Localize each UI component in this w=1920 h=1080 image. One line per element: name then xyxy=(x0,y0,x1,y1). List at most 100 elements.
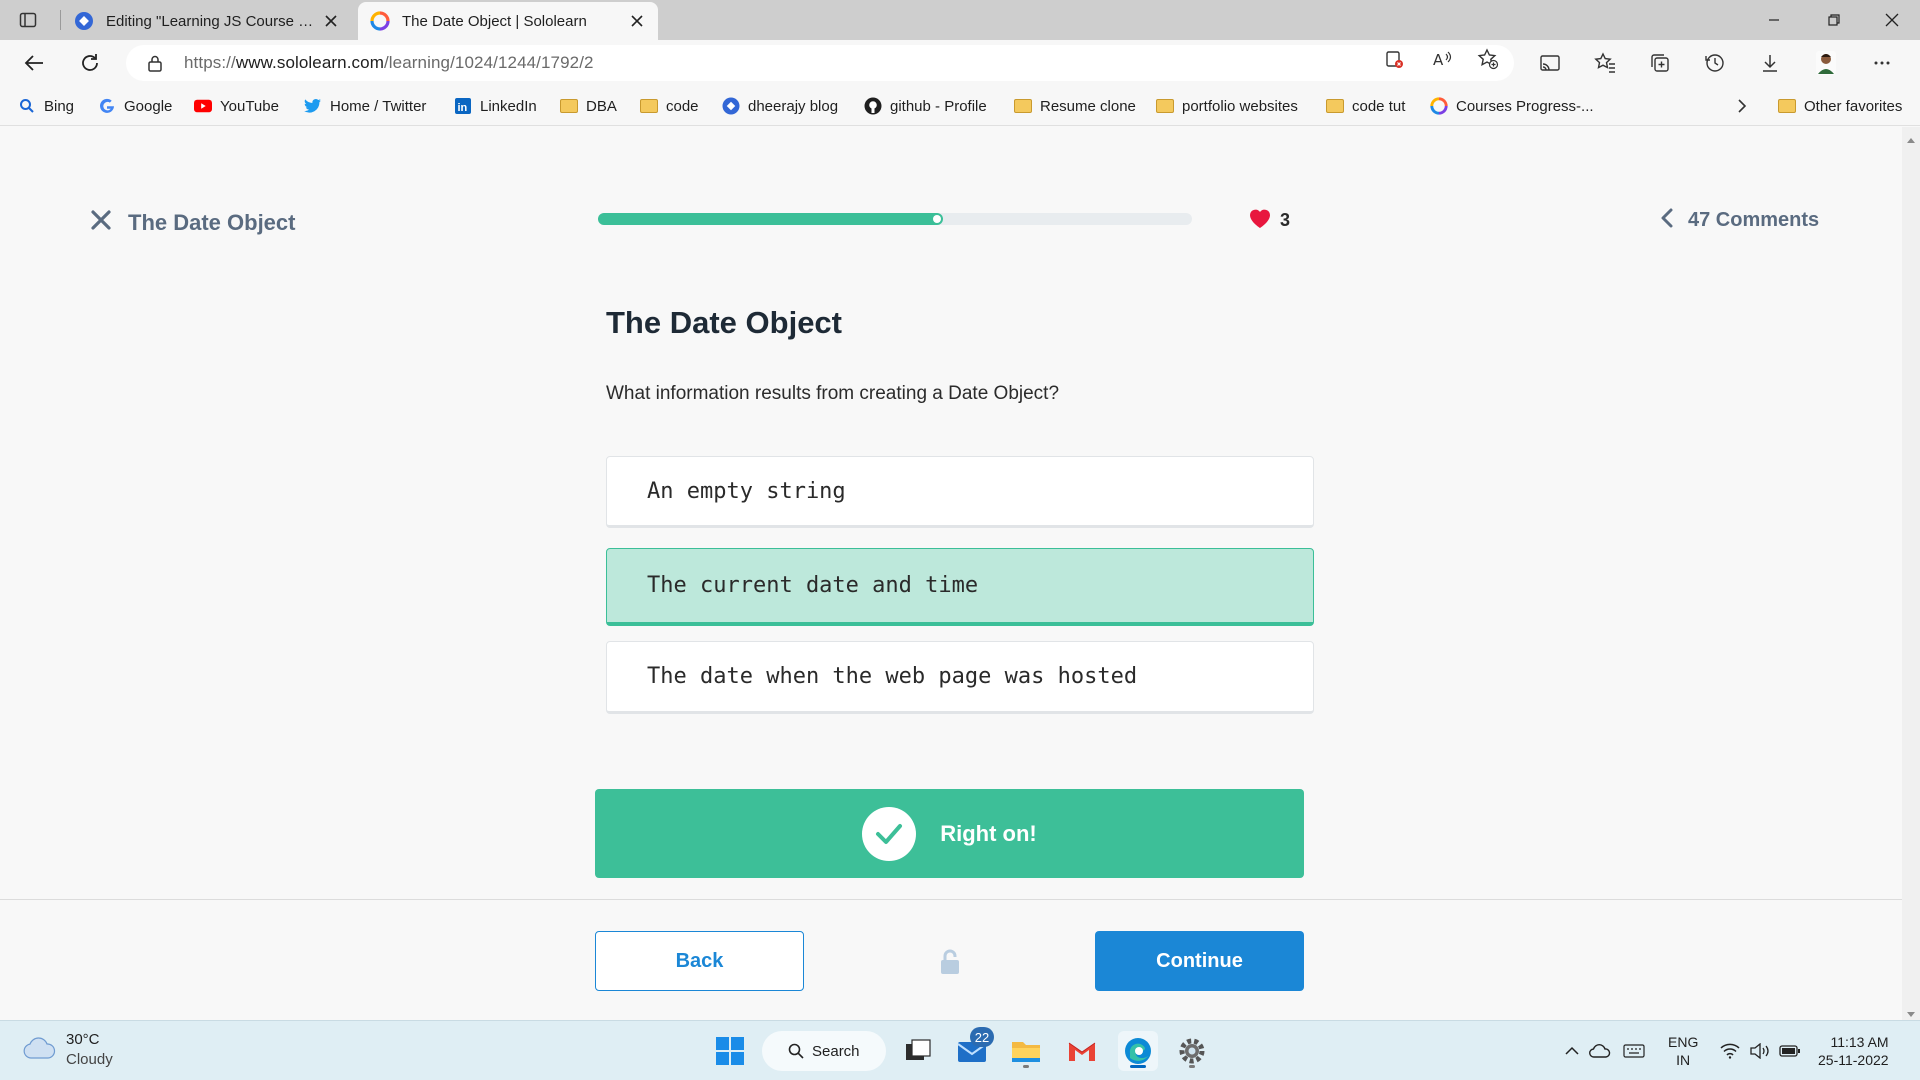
scroll-down-icon[interactable] xyxy=(1906,1006,1916,1017)
file-explorer-icon[interactable] xyxy=(1006,1031,1046,1071)
history-icon[interactable] xyxy=(1699,47,1731,79)
minimize-icon[interactable] xyxy=(1746,0,1802,40)
window-close-icon[interactable] xyxy=(1864,0,1920,40)
favorite-label: Courses Progress-... xyxy=(1456,97,1594,115)
close-icon[interactable] xyxy=(90,209,112,236)
collections-icon[interactable] xyxy=(1644,47,1676,79)
progress-fill xyxy=(598,213,943,225)
tab-editing-course[interactable]: Editing "Learning JS Course @Sc xyxy=(62,2,352,40)
battery-icon[interactable] xyxy=(1778,1039,1802,1063)
cast-icon[interactable] xyxy=(1534,47,1566,79)
favorite-youtube[interactable]: YouTube xyxy=(194,94,279,118)
input-language[interactable]: ENG IN xyxy=(1668,1033,1698,1069)
youtube-icon xyxy=(194,97,212,115)
add-favorite-icon[interactable] xyxy=(1476,47,1500,71)
weather-widget[interactable]: 30°C Cloudy xyxy=(22,1030,113,1070)
favorite-other-favorites[interactable]: Other favorites xyxy=(1778,94,1902,118)
onedrive-cloud-icon[interactable] xyxy=(1588,1039,1612,1063)
svg-text:A: A xyxy=(1433,51,1444,69)
answer-option-selected[interactable]: The current date and time xyxy=(606,548,1314,626)
favorite-folder-code[interactable]: code xyxy=(640,94,699,118)
profile-avatar-icon[interactable] xyxy=(1810,47,1842,79)
url-domain: www.sololearn.com xyxy=(235,53,384,72)
read-aloud-icon[interactable]: A xyxy=(1430,47,1454,71)
favorite-google[interactable]: Google xyxy=(98,94,172,118)
favorite-folder-dba[interactable]: DBA xyxy=(560,94,617,118)
keyboard-icon[interactable] xyxy=(1622,1039,1646,1063)
windows-taskbar: 30°C Cloudy Search 22 ENG IN 11:13 AM 25… xyxy=(0,1020,1920,1080)
blog-icon xyxy=(722,97,740,115)
favorites-overflow-chevron-icon[interactable] xyxy=(1736,94,1748,118)
downloads-icon[interactable] xyxy=(1754,47,1786,79)
task-view-icon[interactable] xyxy=(898,1031,938,1071)
answer-option-text: The date when the web page was hosted xyxy=(647,664,1138,689)
tray-chevron-up-icon[interactable] xyxy=(1560,1039,1584,1063)
gmail-icon[interactable] xyxy=(1062,1031,1102,1071)
back-button[interactable]: Back xyxy=(595,931,804,991)
favorite-label: github - Profile xyxy=(890,97,987,115)
restore-icon[interactable] xyxy=(1806,0,1862,40)
favorite-label: LinkedIn xyxy=(480,97,537,115)
favorites-icon[interactable] xyxy=(1589,47,1621,79)
tab-actions-icon[interactable] xyxy=(16,8,40,32)
favorite-linkedin[interactable]: in LinkedIn xyxy=(454,94,537,118)
lesson-progress-bar xyxy=(598,213,1192,225)
continue-button[interactable]: Continue xyxy=(1095,931,1304,991)
favorite-folder-portfolio[interactable]: portfolio websites xyxy=(1156,94,1298,118)
page-scrollbar[interactable] xyxy=(1902,127,1920,1020)
folder-icon xyxy=(560,97,578,115)
tab-separator xyxy=(60,10,61,30)
linkedin-icon: in xyxy=(454,97,472,115)
search-label: Search xyxy=(812,1042,860,1060)
settings-gear-icon[interactable] xyxy=(1172,1031,1212,1071)
system-clock[interactable]: 11:13 AM 25-11-2022 xyxy=(1818,1033,1889,1069)
comments-button[interactable]: 47 Comments xyxy=(1660,207,1819,234)
favorite-folder-resume[interactable]: Resume clone xyxy=(1014,94,1136,118)
feedback-message: Right on! xyxy=(940,820,1037,846)
tab-date-object[interactable]: The Date Object | Sololearn xyxy=(358,2,658,40)
feedback-banner: Right on! xyxy=(595,789,1304,878)
answer-option[interactable]: An empty string xyxy=(606,456,1314,528)
more-menu-icon[interactable] xyxy=(1866,47,1898,79)
svg-text:in: in xyxy=(458,102,468,114)
tracking-prevention-icon[interactable] xyxy=(1382,47,1406,71)
browser-tab-strip: Editing "Learning JS Course @Sc The Date… xyxy=(0,0,1920,40)
windows-start-icon[interactable] xyxy=(710,1031,750,1071)
hearts-counter: 3 xyxy=(1248,207,1290,234)
region-code: IN xyxy=(1676,1052,1691,1068)
google-icon xyxy=(98,97,116,115)
favorite-label: portfolio websites xyxy=(1182,97,1298,115)
favorite-blog[interactable]: dheerajy blog xyxy=(722,94,838,118)
edge-browser-icon[interactable] xyxy=(1118,1031,1158,1071)
favorite-twitter[interactable]: Home / Twitter xyxy=(304,94,426,118)
language-code: ENG xyxy=(1668,1034,1699,1050)
github-icon xyxy=(864,97,882,115)
favorite-label: Other favorites xyxy=(1804,97,1903,115)
tab-close-icon[interactable] xyxy=(628,12,646,30)
browser-nav-bar: https://www.sololearn.com/learning/1024/… xyxy=(0,40,1920,86)
comments-label: 47 Comments xyxy=(1688,209,1820,231)
favorite-folder-codetut[interactable]: code tut xyxy=(1326,94,1405,118)
tab-close-icon[interactable] xyxy=(322,12,340,30)
address-bar[interactable]: https://www.sololearn.com/learning/1024/… xyxy=(126,45,1514,81)
favorite-courses-progress[interactable]: Courses Progress-... xyxy=(1430,94,1594,118)
favorite-label: Resume clone xyxy=(1040,97,1136,115)
search-icon xyxy=(788,1043,804,1059)
back-arrow-icon[interactable] xyxy=(18,47,50,79)
running-indicator xyxy=(1023,1065,1029,1068)
refresh-icon[interactable] xyxy=(74,47,106,79)
volume-icon[interactable] xyxy=(1748,1039,1772,1063)
lock-icon[interactable] xyxy=(146,54,164,72)
mail-app-icon[interactable]: 22 xyxy=(952,1027,994,1071)
folder-icon xyxy=(640,97,658,115)
taskbar-search-button[interactable]: Search xyxy=(762,1031,886,1071)
favorite-bing[interactable]: Bing xyxy=(18,94,74,118)
favorite-github[interactable]: github - Profile xyxy=(864,94,987,118)
favorite-label: Google xyxy=(124,97,173,115)
scroll-up-icon[interactable] xyxy=(1906,131,1916,143)
lesson-header-close[interactable]: The Date Object xyxy=(90,209,295,236)
wifi-icon[interactable] xyxy=(1718,1039,1742,1063)
favorite-label: dheerajy blog xyxy=(748,97,839,115)
answer-option[interactable]: The date when the web page was hosted xyxy=(606,641,1314,714)
hearts-count: 3 xyxy=(1280,210,1291,230)
